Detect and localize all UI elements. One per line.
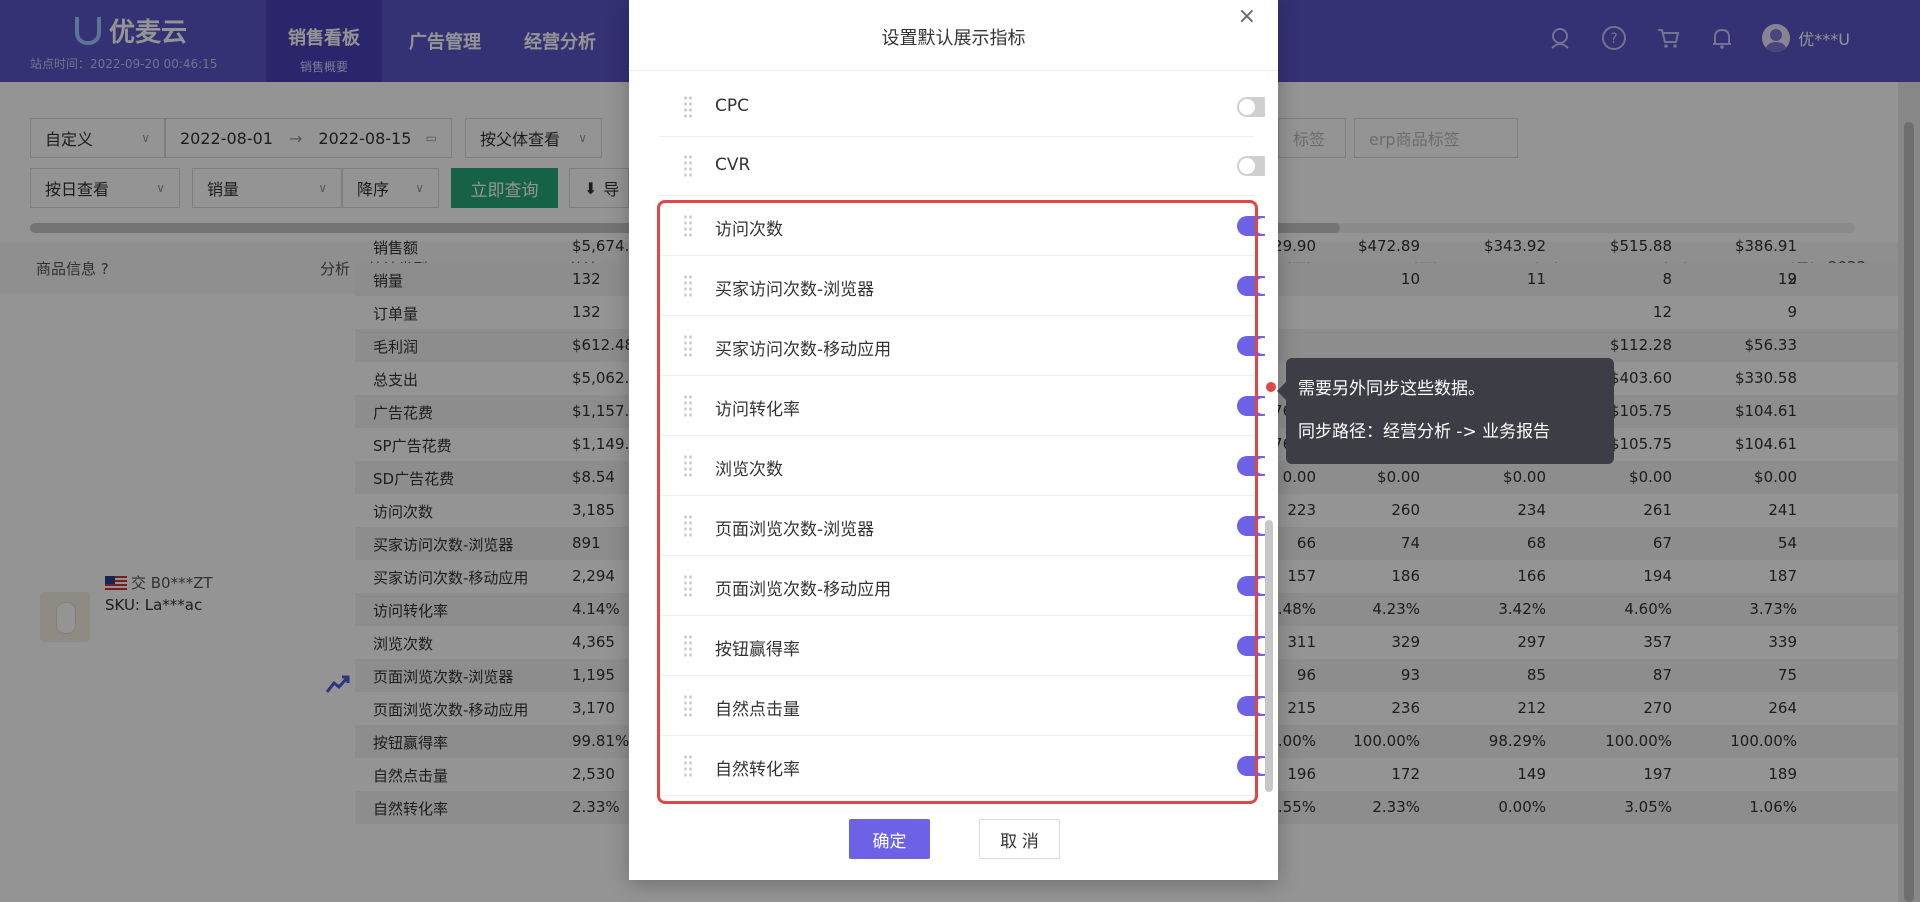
- close-icon[interactable]: ×: [1238, 4, 1256, 29]
- dialog-scrollbar[interactable]: [1265, 70, 1273, 800]
- metric-row: CPC: [659, 77, 1265, 137]
- dialog-title: 设置默认展示指标: [881, 28, 1026, 49]
- tooltip-line: 同步路径：经营分析 -> 业务报告: [1298, 422, 1551, 442]
- tooltip-line: 需要另外同步这些数据。: [1298, 379, 1485, 399]
- metric-row: CVR: [659, 136, 1265, 196]
- sync-tooltip: 需要另外同步这些数据。 同步路径：经营分析 -> 业务报告: [1277, 358, 1614, 464]
- metric-label: CVR: [715, 155, 751, 175]
- drag-handle-icon[interactable]: [683, 95, 693, 119]
- annotation-dot: [1266, 382, 1276, 392]
- metric-toggle[interactable]: [1237, 97, 1265, 117]
- metric-toggle[interactable]: [1237, 156, 1265, 176]
- drag-handle-icon[interactable]: [683, 154, 693, 178]
- metric-label: CPC: [715, 96, 749, 116]
- highlight-annotation-box: [657, 200, 1258, 804]
- confirm-button[interactable]: 确定: [849, 819, 930, 859]
- cancel-button[interactable]: 取 消: [979, 819, 1060, 859]
- scroll-thumb[interactable]: [1265, 520, 1273, 792]
